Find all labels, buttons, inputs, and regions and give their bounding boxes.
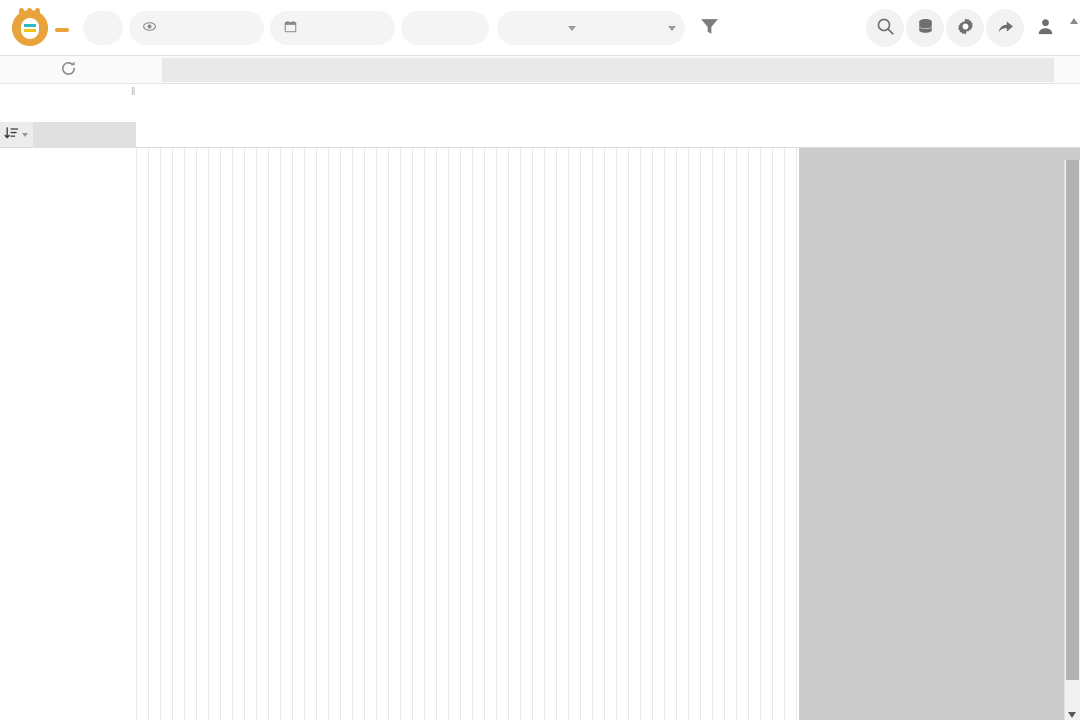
eye-icon bbox=[143, 20, 156, 36]
app-logo[interactable] bbox=[12, 7, 69, 46]
scroll-up-arrow-icon[interactable] bbox=[1070, 18, 1078, 24]
prev-period-button[interactable] bbox=[136, 56, 162, 83]
premium-badge bbox=[55, 27, 69, 32]
hour-ruler-row bbox=[136, 128, 1080, 148]
top-toolbar bbox=[0, 0, 1080, 56]
sidebar-header bbox=[0, 121, 136, 148]
user-button[interactable] bbox=[1026, 9, 1064, 47]
week-label-row: ‖ bbox=[0, 84, 1080, 106]
vertical-scrollbar[interactable] bbox=[1064, 160, 1080, 720]
schedule-grid[interactable] bbox=[136, 148, 1080, 720]
database-button[interactable] bbox=[906, 8, 944, 47]
weekend-shading bbox=[799, 148, 1080, 720]
logo-icon bbox=[12, 7, 48, 46]
day-header-row bbox=[136, 106, 1080, 128]
search-button[interactable] bbox=[866, 8, 904, 47]
database-icon bbox=[916, 17, 935, 39]
week-number-label bbox=[136, 84, 799, 106]
next-period-button[interactable] bbox=[1054, 56, 1080, 83]
logo-ears-icon bbox=[19, 7, 41, 16]
month-label-right bbox=[544, 57, 1054, 82]
refresh-button[interactable] bbox=[0, 56, 136, 83]
user-icon bbox=[1036, 17, 1055, 39]
funnel-icon bbox=[699, 16, 720, 40]
gear-icon bbox=[956, 17, 975, 39]
share-button[interactable] bbox=[986, 8, 1024, 47]
chevron-down-icon bbox=[668, 25, 676, 31]
filter-input[interactable] bbox=[33, 121, 136, 148]
planning-app: ‖ bbox=[0, 0, 1080, 720]
vertical-scrollbar-thumb[interactable] bbox=[1066, 160, 1079, 680]
filter-button[interactable] bbox=[691, 11, 727, 45]
resource-select[interactable] bbox=[585, 10, 685, 45]
calendar-icon bbox=[284, 20, 297, 36]
sort-button[interactable] bbox=[0, 126, 22, 144]
date-input[interactable] bbox=[401, 10, 489, 45]
sidebar-resize-handle[interactable]: ‖ bbox=[131, 86, 136, 100]
settings-button[interactable] bbox=[946, 8, 984, 47]
add-button[interactable] bbox=[83, 10, 123, 45]
search-icon bbox=[876, 17, 895, 39]
resource-sidebar bbox=[0, 148, 136, 720]
toolbar-icon-group bbox=[866, 8, 1068, 47]
sort-descending-icon bbox=[3, 126, 19, 144]
share-icon bbox=[996, 17, 1015, 39]
chevron-down-icon bbox=[568, 25, 576, 31]
refresh-icon bbox=[60, 60, 77, 80]
week-row-spacer: ‖ bbox=[0, 84, 136, 106]
logo-text bbox=[55, 22, 69, 34]
resource-view-button[interactable] bbox=[129, 10, 264, 45]
department-select[interactable] bbox=[497, 10, 585, 45]
month-label-left bbox=[162, 57, 545, 82]
month-nav bbox=[136, 56, 1080, 83]
scroll-down-arrow-icon[interactable] bbox=[1068, 712, 1076, 718]
sort-chevron-down-icon[interactable] bbox=[22, 132, 28, 137]
planning-body bbox=[0, 148, 1080, 720]
month-navigation-bar bbox=[0, 56, 1080, 84]
view-period-button[interactable] bbox=[270, 10, 395, 45]
